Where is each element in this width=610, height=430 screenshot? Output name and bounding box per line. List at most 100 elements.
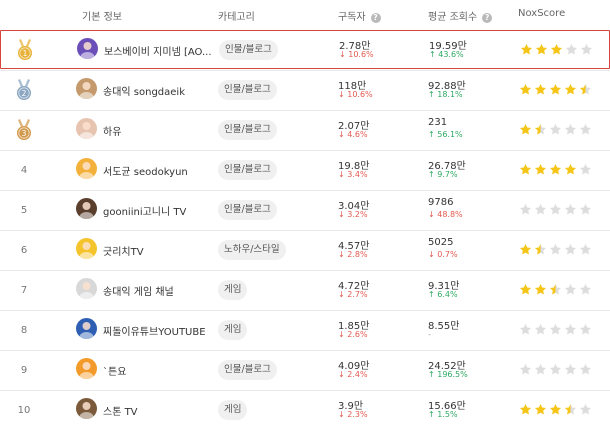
star-icon [549,363,562,375]
star-icon [565,43,578,55]
avatar[interactable] [76,398,97,419]
avatar[interactable] [76,358,97,379]
subscriber-change: ↓ 3.2% [338,210,368,219]
star-icon [534,283,547,295]
star-icon [535,43,548,55]
table-row[interactable]: 5 gooniini고니니 TV 인물/블로그 3.04만 ↓ 3.2% 9786 ↓ 48… [0,190,610,229]
category-tag[interactable]: 인물/블로그 [219,40,278,60]
rank-number: 9 [20,365,28,376]
channel-name-link[interactable]: 찌돌이유튜브YOUTUBE [103,323,206,338]
category-tag[interactable]: 게임 [218,400,248,420]
star-icon [519,203,532,215]
bronze-medal-icon: 3 [17,119,31,140]
header-subscribers[interactable]: 구독자? [338,8,381,23]
channel-name-link[interactable]: 긋리치TV [103,243,144,258]
category-tag[interactable]: 인물/블로그 [218,80,277,100]
star-icon [579,403,592,415]
channel-name-link[interactable]: 서도균 seodokyun [103,163,188,178]
star-icon [579,243,592,255]
header-nox-score: NoxScore [518,8,566,19]
star-icon [549,283,562,295]
star-icon [564,163,577,175]
svg-text:1: 1 [23,49,28,58]
views-change: ↑ 18.1% [428,90,463,99]
channel-name-link[interactable]: 스톤 TV [103,403,138,418]
channel-name-link[interactable]: 하유 [103,123,121,138]
category-tag[interactable]: 인물/블로그 [218,200,277,220]
channel-name-link[interactable]: 송대익 게임 채널 [103,283,174,298]
subscriber-change: ↓ 2.3% [338,410,368,419]
category-tag[interactable]: 노하우/스타일 [218,240,286,260]
table-row[interactable]: 9 `튼요 인물/블로그 4.09만 ↓ 2.4% 24.52만 ↑ 196.5% [0,350,610,389]
avatar[interactable] [76,278,97,299]
views-change: ↓ 48.8% [428,210,463,219]
category-tag[interactable]: 게임 [218,320,248,340]
star-icon [579,363,592,375]
avatar[interactable] [76,118,97,139]
channel-name-link[interactable]: 보스베이비 지미넴 [AO... [104,43,212,58]
star-icon [549,83,562,95]
channel-name-link[interactable]: 송대익 songdaeik [103,83,185,98]
rank-number: 4 [20,165,28,176]
average-views: 231 [428,117,448,128]
header-subscribers-label: 구독자 [338,12,366,23]
star-icon [520,43,533,55]
avatar[interactable] [76,158,97,179]
subscriber-change: ↓ 10.6% [339,50,374,59]
views-change: ↑ 43.6% [429,50,464,59]
table-row[interactable]: 7 송대익 게임 채널 게임 4.72만 ↓ 2.7% 9.31만 ↑ 6.4% [0,270,610,309]
star-icon [564,83,577,95]
subscriber-change: ↓ 3.4% [338,170,368,179]
table-row[interactable]: 4 서도균 seodokyun 인물/블로그 19.8만 ↓ 3.4% 26.78만 ↑ 9… [0,150,610,189]
star-icon [579,323,592,335]
avatar[interactable] [76,198,97,219]
star-icon [519,163,532,175]
star-icon [534,323,547,335]
header-avg-views-label: 평균 조회수 [428,12,478,23]
star-icon [550,43,563,55]
star-icon [564,323,577,335]
rank-number: 8 [20,325,28,336]
avatar[interactable] [76,318,97,339]
star-icon [579,123,592,135]
header-avg-views[interactable]: 평균 조회수? [428,8,493,23]
subscriber-change: ↓ 10.6% [338,90,373,99]
table-row[interactable]: 6 긋리치TV 노하우/스타일 4.57만 ↓ 2.8% 5025 ↓ 0.7% [0,230,610,269]
question-icon[interactable]: ? [482,13,493,23]
star-icon [549,403,562,415]
star-icon [534,203,547,215]
average-views: 5025 [428,237,454,248]
category-tag[interactable]: 인물/블로그 [218,120,277,140]
star-icon [534,243,547,255]
subscriber-change: ↓ 2.6% [338,330,368,339]
table-row[interactable]: 1 보스베이비 지미넴 [AO... 인물/블로그 2.78만 ↓ 10.6% 19.59… [0,30,610,69]
table-row[interactable]: 2 송대익 songdaeik 인물/블로그 118만 ↓ 10.6% 92.88만 ↑ 1… [0,70,610,109]
views-change: - [428,330,431,339]
category-tag[interactable]: 인물/블로그 [218,360,277,380]
channel-name-link[interactable]: gooniini고니니 TV [103,203,186,218]
table-row[interactable]: 3 하유 인물/블로그 2.07만 ↓ 4.6% 231 ↑ 56.1% [0,110,610,149]
avatar[interactable] [76,238,97,259]
subscriber-change: ↓ 2.4% [338,370,368,379]
table-row[interactable]: 10 스톤 TV 게임 3.9만 ↓ 2.3% 15.66만 ↑ 1.5% [0,390,610,429]
header-basic-info: 기본 정보 [82,12,122,23]
table-row[interactable]: 8 찌돌이유튜브YOUTUBE 게임 1.85만 ↓ 2.6% 8.55만 - [0,310,610,349]
category-tag[interactable]: 게임 [218,280,248,300]
views-change: ↓ 0.7% [428,250,458,259]
star-icon [579,83,592,95]
star-icon [549,203,562,215]
views-change: ↑ 196.5% [428,370,468,379]
star-icon [564,123,577,135]
avatar[interactable] [77,38,98,59]
avatar[interactable] [76,78,97,99]
views-change: ↑ 56.1% [428,130,463,139]
question-icon[interactable]: ? [370,13,381,23]
channel-name-link[interactable]: `튼요 [103,363,126,378]
rank-number: 6 [20,245,28,256]
subscriber-change: ↓ 2.7% [338,290,368,299]
star-icon [519,123,532,135]
star-icon [519,83,532,95]
star-icon [549,163,562,175]
category-tag[interactable]: 인물/블로그 [218,160,277,180]
star-icon [579,163,592,175]
